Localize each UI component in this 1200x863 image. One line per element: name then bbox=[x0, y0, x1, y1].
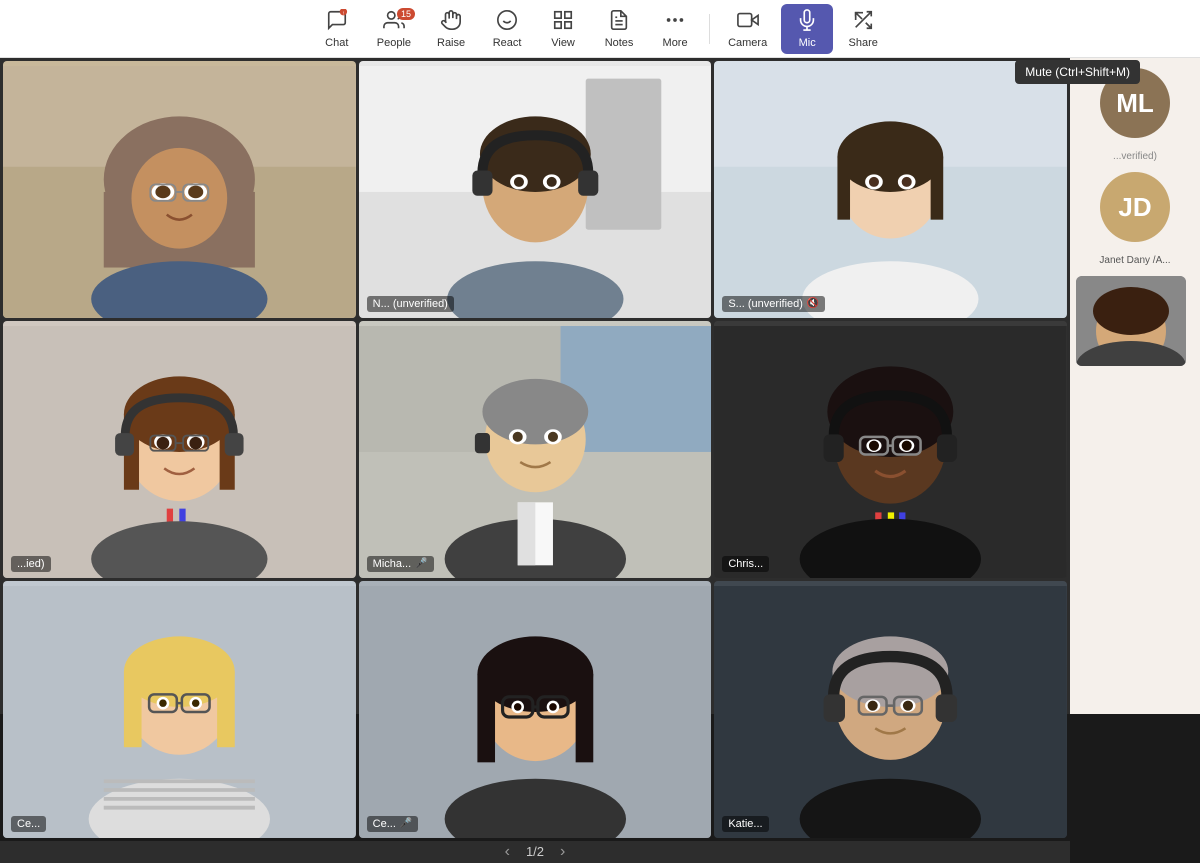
participant-3-name: S... (unverified) bbox=[728, 298, 803, 310]
mic-tooltip: Mute (Ctrl+Shift+M) bbox=[1015, 60, 1140, 84]
more-label: More bbox=[663, 37, 688, 49]
pagination-bar: ‹ 1/2 › bbox=[0, 841, 1070, 863]
avatar-jd-initials: JD bbox=[1118, 192, 1151, 223]
unverified-text: ...verified) bbox=[1113, 151, 1157, 162]
name-tag-4: ...ied) bbox=[11, 556, 51, 572]
participant-3-video bbox=[714, 61, 1067, 318]
video-cell-1[interactable] bbox=[3, 61, 356, 318]
name-tag-6: Chris... bbox=[722, 556, 769, 572]
people-button[interactable]: 15 People bbox=[367, 4, 421, 54]
participant-6-name: Chris... bbox=[728, 558, 763, 570]
participant-8-video bbox=[359, 581, 712, 838]
share-icon bbox=[852, 9, 874, 35]
mic-icon bbox=[796, 9, 818, 35]
participant-6-video bbox=[714, 321, 1067, 578]
chat-label: Chat bbox=[325, 37, 348, 49]
participant-7-name: Ce... bbox=[17, 818, 40, 830]
share-label: Share bbox=[849, 37, 878, 49]
participant-1-video bbox=[3, 61, 356, 318]
chat-button[interactable]: ! Chat bbox=[311, 4, 363, 54]
share-button[interactable]: Share bbox=[837, 4, 889, 54]
video-grid: N... (unverified) bbox=[0, 58, 1070, 841]
more-button[interactable]: More bbox=[649, 4, 701, 54]
video-cell-8[interactable]: Ce... 🎤 bbox=[359, 581, 712, 838]
sidebar-panel: ML ...verified) JD Janet Dany /A... bbox=[1070, 58, 1200, 714]
people-count-badge: 15 bbox=[397, 8, 415, 20]
video-cell-4[interactable]: ...ied) bbox=[3, 321, 356, 578]
prev-page-button[interactable]: ‹ bbox=[499, 841, 516, 863]
sidebar-janet-label: Janet Dany /A... bbox=[1076, 250, 1194, 268]
sidebar-unverified-label: ...verified) bbox=[1076, 146, 1194, 164]
react-button[interactable]: React bbox=[481, 4, 533, 54]
name-tag-2: N... (unverified) bbox=[367, 296, 454, 312]
more-icon bbox=[664, 9, 686, 35]
camera-label: Camera bbox=[728, 37, 767, 49]
chat-icon: ! bbox=[326, 9, 348, 35]
participant-2-video bbox=[359, 61, 712, 318]
view-label: View bbox=[551, 37, 575, 49]
video-cell-6[interactable]: Chris... bbox=[714, 321, 1067, 578]
react-label: React bbox=[493, 37, 522, 49]
page-indicator: 1/2 bbox=[526, 844, 544, 859]
participant-7-video bbox=[3, 581, 356, 838]
notes-button[interactable]: Notes bbox=[593, 4, 645, 54]
camera-button[interactable]: Camera bbox=[718, 4, 777, 54]
raise-icon bbox=[440, 9, 462, 35]
sidebar-person-jd[interactable]: JD bbox=[1076, 172, 1194, 242]
mic-button[interactable]: Mic bbox=[781, 4, 833, 54]
mic-muted-3-icon: 🔇 bbox=[807, 298, 819, 309]
raise-button[interactable]: Raise bbox=[425, 4, 477, 54]
mic-active-5-icon: 🎤 bbox=[415, 558, 427, 569]
participant-5-video bbox=[359, 321, 712, 578]
avatar-jd: JD bbox=[1100, 172, 1170, 242]
video-cell-5[interactable]: Micha... 🎤 bbox=[359, 321, 712, 578]
name-tag-5: Micha... 🎤 bbox=[367, 556, 434, 572]
participant-8-name: Ce... bbox=[373, 818, 396, 830]
toolbar: ! Chat 15 People Raise bbox=[0, 0, 1200, 58]
mic-label: Mic bbox=[799, 37, 816, 49]
notes-label: Notes bbox=[605, 37, 634, 49]
sidebar-partial-person[interactable] bbox=[1076, 276, 1186, 366]
name-tag-8: Ce... 🎤 bbox=[367, 816, 419, 832]
video-cell-7[interactable]: Ce... bbox=[3, 581, 356, 838]
video-cell-2[interactable]: N... (unverified) bbox=[359, 61, 712, 318]
participant-9-video bbox=[714, 581, 1067, 838]
janet-name-text: Janet Dany /A... bbox=[1099, 255, 1170, 266]
video-cell-3[interactable]: S... (unverified) 🔇 bbox=[714, 61, 1067, 318]
avatar-ml-initials: ML bbox=[1116, 88, 1154, 119]
participant-2-name: N... (unverified) bbox=[373, 298, 448, 310]
view-button[interactable]: View bbox=[537, 4, 589, 54]
video-cell-9[interactable]: Katie... bbox=[714, 581, 1067, 838]
people-label: People bbox=[377, 37, 411, 49]
mic-active-8-icon: 🎤 bbox=[400, 818, 412, 829]
react-icon bbox=[496, 9, 518, 35]
view-icon bbox=[552, 9, 574, 35]
notes-icon bbox=[608, 9, 630, 35]
name-tag-3: S... (unverified) 🔇 bbox=[722, 296, 825, 312]
participant-4-name: ...ied) bbox=[17, 558, 45, 570]
camera-icon bbox=[737, 9, 759, 35]
svg-text:!: ! bbox=[343, 10, 344, 15]
name-tag-9: Katie... bbox=[722, 816, 768, 832]
participant-9-name: Katie... bbox=[728, 818, 762, 830]
raise-label: Raise bbox=[437, 37, 465, 49]
next-page-button[interactable]: › bbox=[554, 841, 571, 863]
participant-4-video bbox=[3, 321, 356, 578]
video-area: N... (unverified) bbox=[0, 58, 1070, 714]
name-tag-7: Ce... bbox=[11, 816, 46, 832]
toolbar-separator bbox=[709, 14, 710, 44]
participant-5-name: Micha... bbox=[373, 558, 412, 570]
